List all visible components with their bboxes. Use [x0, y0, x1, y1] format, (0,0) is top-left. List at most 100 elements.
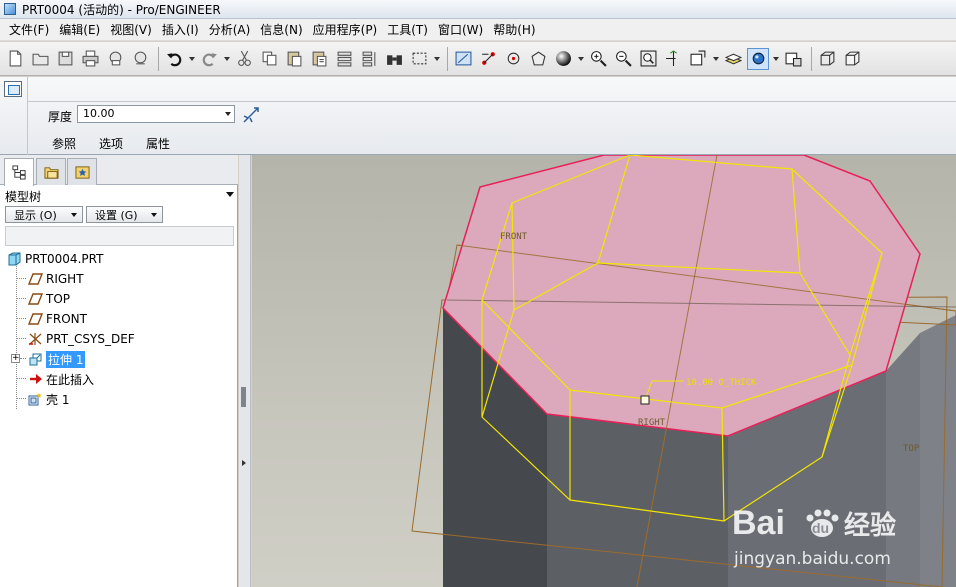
- tab-model-tree[interactable]: [4, 158, 34, 186]
- menu-bar: 文件(F) 编辑(E) 视图(V) 插入(I) 分析(A) 信息(N) 应用程序…: [0, 19, 956, 41]
- reorient-icon[interactable]: [662, 48, 684, 70]
- shading-dropdown-icon[interactable]: [577, 48, 584, 70]
- menu-insert[interactable]: 插入(I): [157, 19, 204, 41]
- tab-favorites[interactable]: [67, 158, 97, 185]
- thickness-label: 厚度: [48, 110, 73, 124]
- model-tree-menu-icon[interactable]: [226, 192, 234, 197]
- cut-icon[interactable]: [233, 48, 255, 70]
- baidu-logo: Bai du 经验 jingyan.baidu.com: [732, 504, 896, 569]
- zoom-in-icon[interactable]: [587, 48, 609, 70]
- wireframe-icon[interactable]: [816, 48, 838, 70]
- shading-sphere-icon[interactable]: [552, 48, 574, 70]
- tree-item-part[interactable]: PRT0004.PRT: [6, 250, 103, 268]
- tree-connector: [20, 358, 26, 359]
- insert-here-arrow-icon: [27, 372, 43, 386]
- copy-icon[interactable]: [258, 48, 280, 70]
- menu-view[interactable]: 视图(V): [105, 19, 157, 41]
- refit-icon[interactable]: [637, 48, 659, 70]
- top-datum-label: TOP: [903, 444, 920, 454]
- find-binoculars-icon[interactable]: [383, 48, 405, 70]
- graphics-window[interactable]: FRONT RIGHT TOP 10.00 O_THICK Bai du 经验 …: [252, 155, 956, 587]
- dashboard-divider: [28, 101, 956, 102]
- repaint-icon[interactable]: [452, 48, 474, 70]
- tree-item-extrude[interactable]: 拉伸 1: [27, 350, 86, 368]
- navigator-panel: 模型树 显示 (O) 设置 (G) + PRT0004.PRT RIGHT TO…: [0, 155, 238, 587]
- navigator-tabs: [0, 155, 238, 186]
- tab-options[interactable]: 选项: [99, 135, 123, 152]
- dashboard-side-column: [0, 77, 28, 155]
- undo-icon[interactable]: [163, 48, 185, 70]
- orient-mode-icon[interactable]: [502, 48, 524, 70]
- save-icon[interactable]: [54, 48, 76, 70]
- menu-info[interactable]: 信息(N): [255, 19, 307, 41]
- paste-icon[interactable]: [283, 48, 305, 70]
- zoom-out-icon[interactable]: [612, 48, 634, 70]
- tab-references[interactable]: 参照: [52, 135, 76, 152]
- tree-item-label: 在此插入: [46, 372, 95, 387]
- view-manager-dropdown-icon[interactable]: [772, 48, 779, 70]
- thickness-input[interactable]: 10.00: [77, 105, 235, 123]
- tree-item-front[interactable]: FRONT: [27, 310, 87, 328]
- spin-center-icon[interactable]: [477, 48, 499, 70]
- tree-item-right[interactable]: RIGHT: [27, 270, 84, 288]
- saved-views-icon[interactable]: [687, 48, 709, 70]
- collapse-arrow-icon[interactable]: [242, 460, 246, 466]
- expand-toggle[interactable]: +: [11, 354, 20, 363]
- part-icon: [6, 252, 22, 266]
- new-file-icon[interactable]: [4, 48, 26, 70]
- print-icon[interactable]: [79, 48, 101, 70]
- toolbar-separator: [158, 46, 159, 71]
- splitter-grip[interactable]: [241, 387, 246, 407]
- thickness-drag-handle[interactable]: [640, 395, 650, 405]
- undo-dropdown-icon[interactable]: [188, 48, 195, 70]
- hidden-line-icon[interactable]: [841, 48, 863, 70]
- menu-analysis[interactable]: 分析(A): [204, 19, 256, 41]
- open-folder-icon[interactable]: [29, 48, 51, 70]
- tree-item-label: 拉伸 1: [46, 350, 86, 368]
- view-manager-icon[interactable]: [747, 47, 769, 70]
- regenerate-manager-icon[interactable]: [358, 48, 380, 70]
- tree-item-insert-here[interactable]: 在此插入: [27, 370, 94, 388]
- tab-folder-browser[interactable]: [36, 158, 66, 185]
- select-box-icon[interactable]: [408, 48, 430, 70]
- settings-button[interactable]: 设置 (G): [86, 206, 163, 223]
- redo-dropdown-icon[interactable]: [223, 48, 230, 70]
- menu-tools[interactable]: 工具(T): [382, 19, 433, 41]
- favorites-icon: [75, 166, 90, 179]
- send-mail-icon[interactable]: [104, 48, 126, 70]
- tree-item-shell[interactable]: 壳 1: [27, 390, 69, 408]
- saved-views-dropdown-icon[interactable]: [712, 48, 719, 70]
- window-title: PRT0004 (活动的) - Pro/ENGINEER: [22, 2, 221, 17]
- model-display-icon[interactable]: [782, 48, 804, 70]
- tab-properties[interactable]: 属性: [146, 135, 170, 152]
- select-dropdown-icon[interactable]: [433, 48, 440, 70]
- folder-browser-icon: [44, 167, 59, 179]
- tree-filter-bar[interactable]: [5, 226, 234, 246]
- layers-icon[interactable]: [722, 48, 744, 70]
- model-tree-icon: [12, 165, 26, 180]
- flip-direction-icon[interactable]: [242, 106, 260, 124]
- menu-file[interactable]: 文件(F): [4, 19, 54, 41]
- view-shape-icon[interactable]: [527, 48, 549, 70]
- chevron-down-icon[interactable]: [225, 112, 231, 116]
- tree-item-label: RIGHT: [46, 272, 84, 286]
- tree-item-label: 壳 1: [46, 392, 70, 407]
- menu-edit[interactable]: 编辑(E): [54, 19, 105, 41]
- send-link-icon[interactable]: [129, 48, 151, 70]
- panel-splitter[interactable]: [239, 155, 251, 587]
- paste-special-icon[interactable]: [308, 48, 330, 70]
- tree-connector: [16, 298, 26, 299]
- shell-feature-dashboard: 厚度 10.00 参照 选项 属性: [0, 77, 956, 155]
- tree-item-csys[interactable]: PRT_CSYS_DEF: [27, 330, 135, 348]
- regenerate-icon[interactable]: [333, 48, 355, 70]
- redo-icon[interactable]: [198, 48, 220, 70]
- tree-item-label: PRT0004.PRT: [25, 252, 104, 266]
- menu-applications[interactable]: 应用程序(P): [308, 19, 383, 41]
- tree-item-top[interactable]: TOP: [27, 290, 70, 308]
- show-button[interactable]: 显示 (O): [5, 206, 83, 223]
- chevron-down-icon: [151, 213, 157, 217]
- shell-icon: [27, 392, 43, 406]
- shell-feature-icon: [4, 81, 22, 97]
- menu-help[interactable]: 帮助(H): [488, 19, 540, 41]
- menu-window[interactable]: 窗口(W): [433, 19, 488, 41]
